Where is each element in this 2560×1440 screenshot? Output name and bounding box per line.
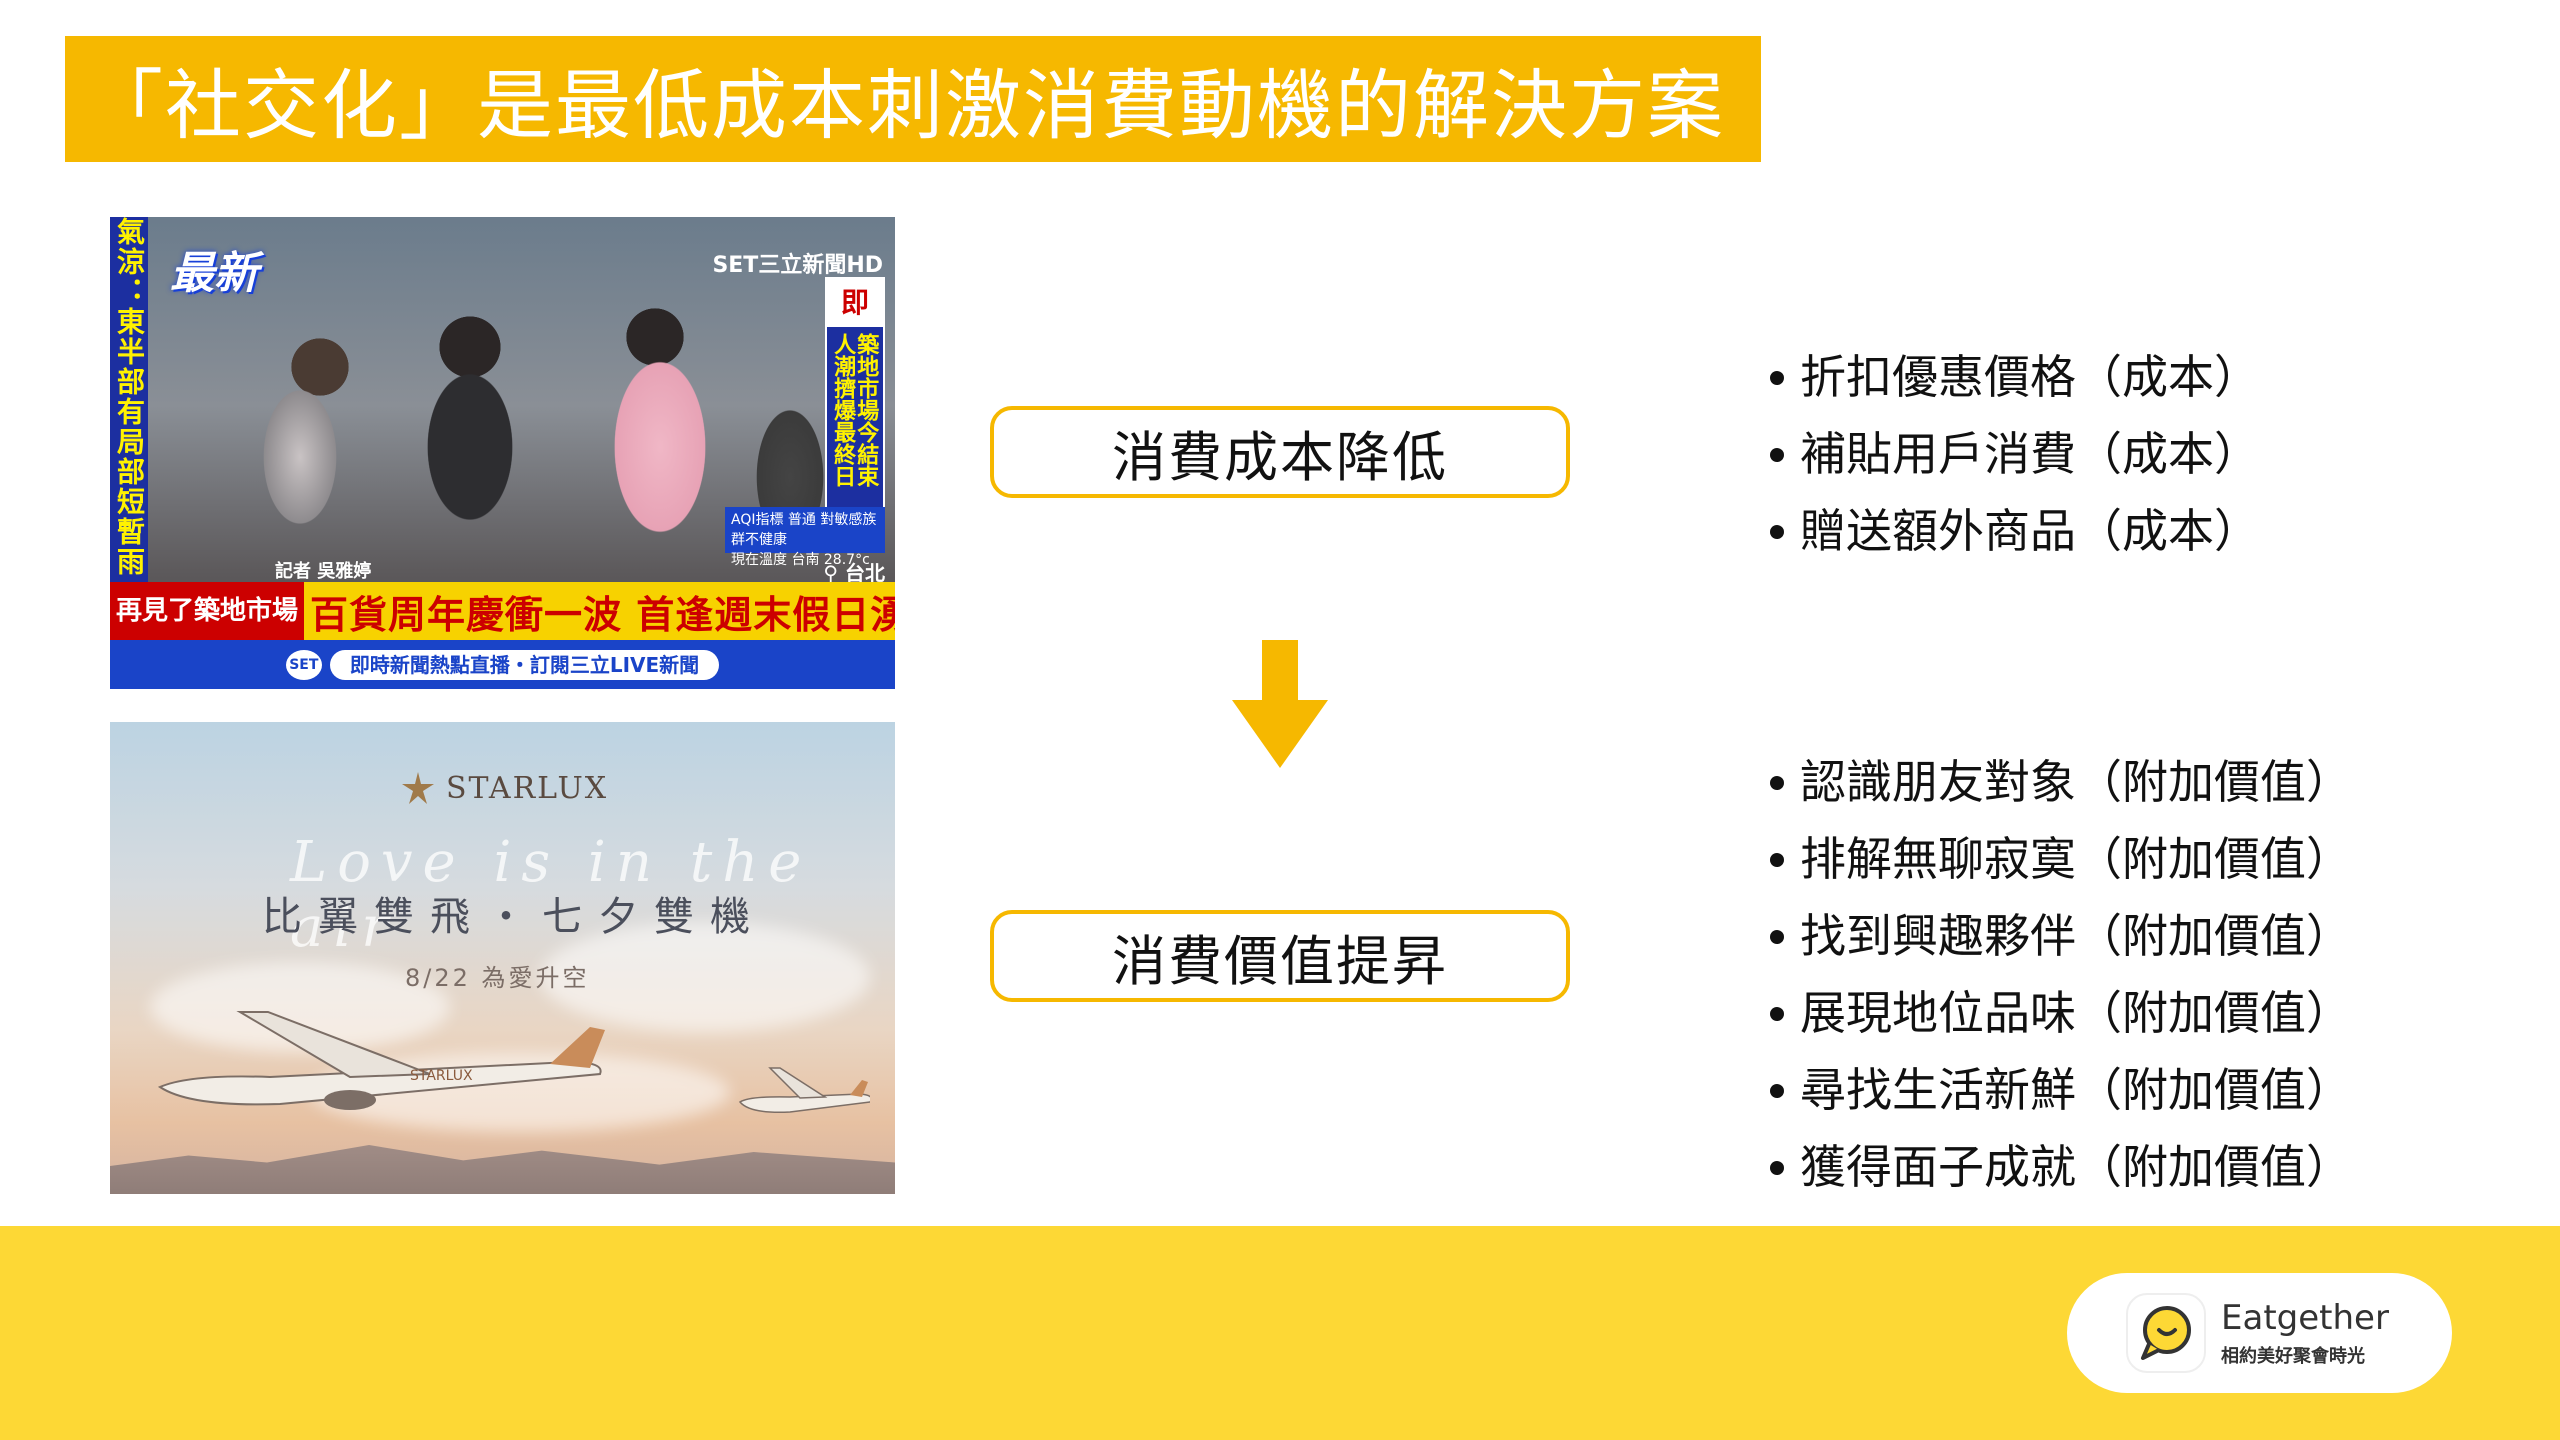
- list-item-text: 展現地位品味（附加價值）: [1800, 986, 2352, 1040]
- brand-name: Eatgether: [2221, 1298, 2389, 1338]
- list-item-text: 尋找生活新鮮（附加價值）: [1800, 1063, 2352, 1117]
- badge-text: Eatgether 相約美好聚會時光: [2221, 1298, 2389, 1368]
- list-item-text: 補貼用戶消費（成本）: [1800, 427, 2260, 481]
- cost-reduction-box: 消費成本降低: [990, 406, 1570, 498]
- list-item: 尋找生活新鮮（附加價值）: [1770, 1052, 2352, 1129]
- title-bar: 「社交化」是最低成本刺激消費動機的解決方案: [65, 36, 1761, 162]
- bullet-icon: [1770, 1083, 1784, 1098]
- starlux-tagline: 比翼雙飛・七夕雙機: [262, 894, 766, 940]
- starlux-star-icon: [402, 772, 434, 804]
- list-item: 認識朋友對象（附加價值）: [1770, 744, 2352, 821]
- news-channel-logo: SET三立新聞HD: [712, 253, 883, 278]
- news-headline-bar: 再見了築地市場 百貨周年慶衝一波 首逢週末假日湧人潮: [110, 582, 895, 640]
- starlux-image: STARLUX Love is in the air 比翼雙飛・七夕雙機 8/2…: [110, 722, 895, 1194]
- list-item-text: 獲得面子成就（附加價值）: [1800, 1140, 2352, 1194]
- arrow-down-icon: [1232, 640, 1328, 768]
- news-reporter: 記者 吳雅婷: [275, 561, 372, 582]
- bullet-icon: [1770, 1006, 1784, 1021]
- list-item-text: 認識朋友對象（附加價值）: [1800, 755, 2352, 809]
- starlux-logo: STARLUX: [400, 770, 608, 806]
- news-aqi-box: AQI指標 普通 對敏感族群不健康 現在溫度 台南 28.7°c: [725, 507, 885, 568]
- list-item-text: 找到興趣夥伴（附加價值）: [1800, 909, 2352, 963]
- list-item: 補貼用戶消費（成本）: [1770, 416, 2260, 493]
- slide-title: 「社交化」是最低成本刺激消費動機的解決方案: [87, 61, 1725, 150]
- news-aqi-line: AQI指標 普通 對敏感族群不健康: [731, 512, 877, 548]
- bullet-icon: [1770, 447, 1784, 462]
- eatgether-badge: Eatgether 相約美好聚會時光: [2067, 1273, 2452, 1393]
- bullet-icon: [1770, 775, 1784, 790]
- news-breaking-tag: 即: [827, 279, 883, 327]
- brand-subtitle: 相約美好聚會時光: [2221, 1346, 2365, 1367]
- news-image: 氣涼：東半部有局部短暫雨 最新 SET三立新聞HD 即 築地市場今結束 人潮擠爆…: [110, 217, 895, 689]
- plane-livery-text: STARLUX: [410, 1068, 473, 1084]
- list-item: 找到興趣夥伴（附加價值）: [1770, 898, 2352, 975]
- value-list: 認識朋友對象（附加價值） 排解無聊寂寞（附加價值） 找到興趣夥伴（附加價值） 展…: [1770, 744, 2352, 1206]
- bullet-icon: [1770, 524, 1784, 539]
- airplanes-illustration: STARLUX: [157, 1011, 870, 1114]
- list-item-text: 折扣優惠價格（成本）: [1800, 350, 2260, 404]
- news-weather-strip: 氣涼：東半部有局部短暫雨: [110, 217, 148, 582]
- starlux-brand-name: STARLUX: [446, 770, 609, 806]
- news-latest-badge: 最新: [170, 248, 258, 299]
- value-increase-box: 消費價值提昇: [990, 910, 1570, 1002]
- list-item: 贈送額外商品（成本）: [1770, 493, 2260, 570]
- news-headline-sub: 再見了築地市場: [110, 582, 305, 640]
- list-item-text: 贈送額外商品（成本）: [1800, 504, 2260, 558]
- bullet-icon: [1770, 852, 1784, 867]
- chat-bubble-icon: [2126, 1293, 2206, 1373]
- list-item: 展現地位品味（附加價值）: [1770, 975, 2352, 1052]
- cost-list: 折扣優惠價格（成本） 補貼用戶消費（成本） 贈送額外商品（成本）: [1770, 339, 2260, 570]
- news-breaking-text: 築地市場今結束 人潮擠爆最終日: [830, 333, 879, 487]
- list-item-text: 排解無聊寂寞（附加價值）: [1800, 832, 2352, 886]
- news-ticker-text: 即時新聞熱點直播・訂閱三立LIVE新聞: [329, 649, 720, 680]
- list-item: 排解無聊寂寞（附加價值）: [1770, 821, 2352, 898]
- bullet-icon: [1770, 1160, 1784, 1175]
- news-breaking-strip: 即 築地市場今結束 人潮擠爆最終日: [825, 277, 885, 511]
- bullet-icon: [1770, 929, 1784, 944]
- news-headline-main: 百貨周年慶衝一波 首逢週末假日湧人潮: [310, 592, 895, 637]
- list-item: 折扣優惠價格（成本）: [1770, 339, 2260, 416]
- bullet-icon: [1770, 370, 1784, 385]
- news-ticker-logo: SET: [285, 649, 322, 680]
- news-ticker-bar: SET 即時新聞熱點直播・訂閱三立LIVE新聞: [110, 640, 895, 689]
- list-item: 獲得面子成就（附加價值）: [1770, 1129, 2352, 1206]
